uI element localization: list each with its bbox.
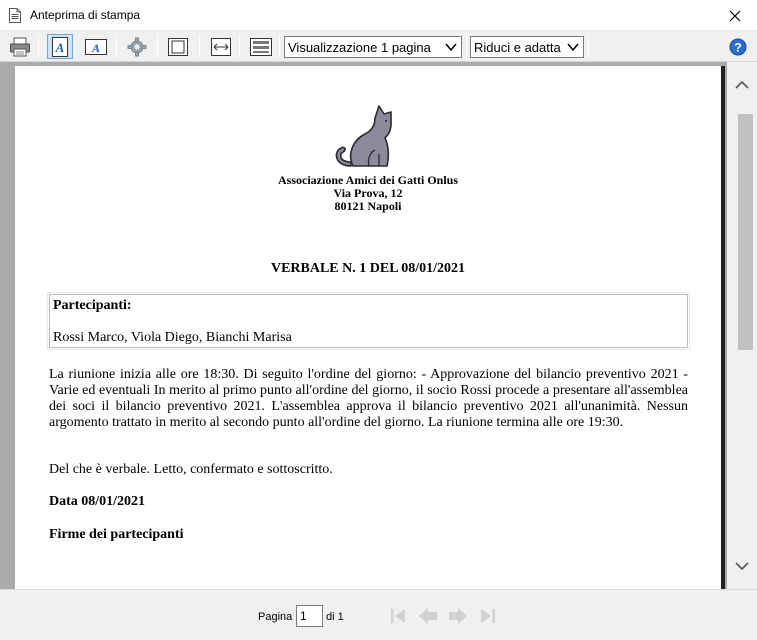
view-mode-value: Visualizzazione 1 pagina <box>288 39 431 55</box>
toolbar-separator <box>199 35 200 58</box>
scrollbar-thumb[interactable] <box>738 114 753 350</box>
participants-box: Partecipanti: Rossi Marco, Viola Diego, … <box>47 292 690 350</box>
page-number-input[interactable]: 1 <box>296 605 323 627</box>
next-page-button[interactable] <box>446 604 470 628</box>
vertical-scrollbar[interactable] <box>727 62 757 589</box>
svg-text:?: ? <box>734 40 741 54</box>
minutes-body: La riunione inizia alle ore 18:30. Di se… <box>49 367 688 430</box>
closing-statement: Del che è verbale. Letto, confermato e s… <box>49 462 333 477</box>
help-button[interactable]: ? <box>725 34 751 59</box>
page-setup-button[interactable] <box>124 34 150 59</box>
page-count: di 1 <box>326 611 344 623</box>
zoom-mode-select[interactable]: Riduci e adatta <box>470 36 584 58</box>
title-bar: Anteprima di stampa <box>0 0 757 31</box>
full-page-button[interactable] <box>165 34 191 59</box>
signatures-heading: Firme dei partecipanti <box>49 527 184 542</box>
fit-width-icon <box>211 37 231 56</box>
multiple-pages-icon <box>250 37 272 56</box>
view-mode-select[interactable]: Visualizzazione 1 pagina <box>284 36 462 58</box>
chevron-down-icon <box>735 562 749 571</box>
landscape-page-icon: A <box>85 38 107 55</box>
preview-page: Associazione Amici dei Gatti Onlus Via P… <box>15 66 721 589</box>
help-icon: ? <box>729 38 747 55</box>
svg-text:A: A <box>91 41 100 55</box>
arrow-left-icon <box>419 608 437 624</box>
portrait-button[interactable]: A <box>47 34 73 59</box>
print-preview-area[interactable]: Associazione Amici dei Gatti Onlus Via P… <box>0 62 757 589</box>
participants-label: Partecipanti: <box>53 298 132 313</box>
portrait-page-icon: A <box>52 36 68 57</box>
toolbar-separator <box>157 35 158 58</box>
previous-page-button[interactable] <box>416 604 440 628</box>
page-edge <box>721 66 725 589</box>
toolbar-separator <box>279 35 280 58</box>
last-page-icon <box>481 609 495 623</box>
chevron-down-icon <box>567 43 579 52</box>
gear-icon <box>127 37 147 56</box>
close-button[interactable] <box>713 0 757 31</box>
page-label: Pagina <box>258 611 293 623</box>
toolbar: A A Visualizzazione 1 pagina Riduci e ad… <box>0 31 757 62</box>
window-title: Anteprima di stampa <box>30 8 141 22</box>
first-page-icon <box>391 609 405 623</box>
document-icon <box>9 8 21 23</box>
svg-text:A: A <box>55 40 65 55</box>
date-line: Data 08/01/2021 <box>49 494 146 509</box>
chevron-up-icon <box>735 80 749 89</box>
organization-header: Associazione Amici dei Gatti Onlus Via P… <box>15 174 721 213</box>
close-icon <box>729 10 741 21</box>
organization-city: 80121 Napoli <box>334 199 402 213</box>
printer-icon <box>10 37 30 56</box>
cat-logo-icon <box>335 105 392 167</box>
toolbar-separator <box>116 35 117 58</box>
print-button[interactable] <box>7 34 33 59</box>
page-navigation-bar: Pagina 1 di 1 <box>0 589 757 640</box>
scroll-down-button[interactable] <box>727 551 757 581</box>
page-width-button[interactable] <box>208 34 234 59</box>
multiple-pages-button[interactable] <box>248 34 274 59</box>
last-page-button[interactable] <box>476 604 500 628</box>
participants-list: Rossi Marco, Viola Diego, Bianchi Marisa <box>53 330 292 345</box>
arrow-right-icon <box>449 608 467 624</box>
first-page-button[interactable] <box>386 604 410 628</box>
chevron-down-icon <box>445 43 457 52</box>
scroll-up-button[interactable] <box>727 70 757 100</box>
zoom-mode-value: Riduci e adatta <box>474 39 561 55</box>
full-page-icon <box>168 37 188 56</box>
landscape-button[interactable]: A <box>83 34 109 59</box>
document-title: VERBALE N. 1 DEL 08/01/2021 <box>270 261 466 276</box>
toolbar-separator <box>466 35 467 58</box>
toolbar-separator <box>239 35 240 58</box>
toolbar-separator <box>38 35 39 58</box>
toolbar-separator <box>588 35 589 58</box>
